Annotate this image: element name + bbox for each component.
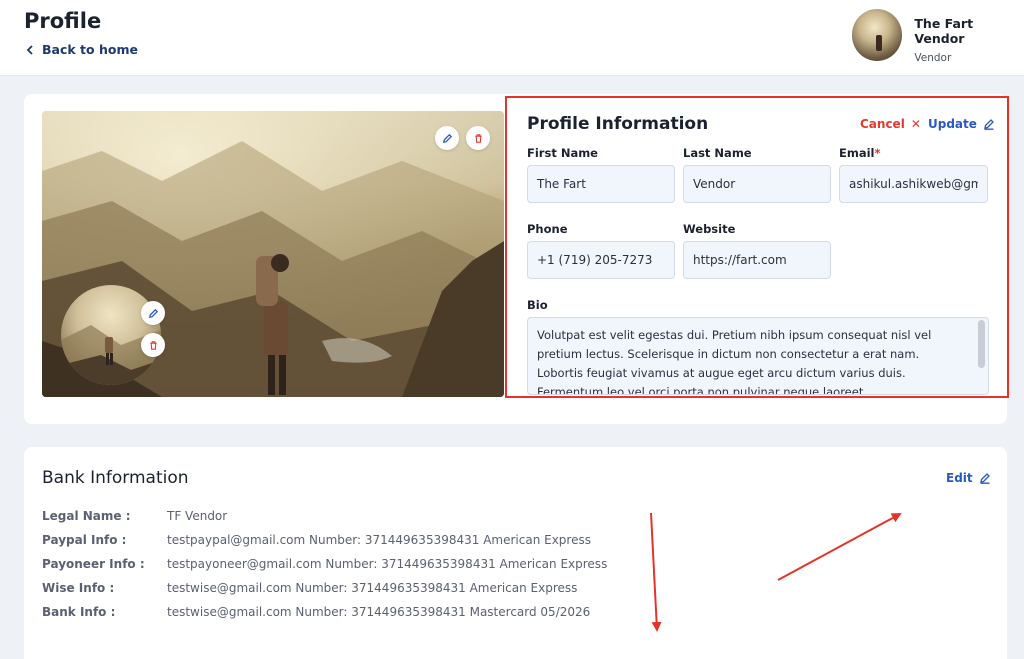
delete-avatar-button[interactable] [141, 333, 165, 357]
email-label-text: Email [839, 146, 875, 160]
bank-row-value: testpayoneer@gmail.com Number: 371449635… [167, 557, 608, 571]
cancel-label: Cancel [860, 117, 905, 131]
trash-icon [149, 340, 157, 350]
last-name-label: Last Name [683, 146, 752, 160]
avatar [852, 9, 903, 61]
user-menu[interactable]: The Fart Vendor Vendor [852, 9, 1024, 64]
bank-row-value: testwise@gmail.com Number: 3714496353984… [167, 605, 591, 619]
bank-row-value: testwise@gmail.com Number: 3714496353984… [167, 581, 578, 595]
first-name-label: First Name [527, 146, 598, 160]
page-header: Profile Back to home The Fart Vendor Ven… [0, 0, 1024, 76]
website-label: Website [683, 222, 736, 236]
page-title: Profile [24, 9, 102, 33]
edit-avatar-button[interactable] [141, 301, 165, 325]
chevron-left-icon [26, 44, 33, 55]
website-input[interactable] [683, 241, 831, 279]
phone-label: Phone [527, 222, 568, 236]
edit-bank-button[interactable]: Edit [946, 471, 991, 485]
edit-label: Edit [946, 471, 973, 485]
email-label: Email* [839, 146, 881, 160]
trash-icon [474, 133, 482, 143]
bank-row-key: Legal Name : [42, 509, 131, 523]
last-name-input[interactable] [683, 165, 831, 203]
pencil-icon [148, 308, 158, 318]
close-icon: ✕ [910, 117, 921, 131]
bank-info-title: Bank Information [42, 468, 189, 488]
bank-row-value: TF Vendor [167, 509, 228, 523]
bank-row-key: Wise Info : [42, 581, 115, 595]
back-to-home-label: Back to home [42, 42, 138, 57]
bio-label: Bio [527, 298, 548, 312]
cancel-button[interactable]: Cancel ✕ [860, 117, 921, 131]
bio-scrollbar[interactable] [978, 320, 985, 368]
pencil-icon [442, 133, 452, 143]
email-input[interactable] [839, 165, 988, 203]
pencil-icon [979, 473, 990, 484]
profile-info-title: Profile Information [527, 114, 709, 134]
back-to-home-link[interactable]: Back to home [26, 42, 138, 57]
update-button[interactable]: Update [928, 117, 995, 131]
bank-row-key: Bank Info : [42, 605, 116, 619]
user-name: The Fart Vendor [914, 16, 974, 46]
update-label: Update [928, 117, 977, 131]
bank-row-key: Payoneer Info : [42, 557, 145, 571]
phone-input[interactable] [527, 241, 675, 279]
edit-cover-button[interactable] [435, 126, 459, 150]
bank-row-value: testpaypal@gmail.com Number: 37144963539… [167, 533, 591, 547]
delete-cover-button[interactable] [466, 126, 490, 150]
first-name-input[interactable] [527, 165, 675, 203]
pencil-icon [984, 119, 994, 130]
bank-row-key: Paypal Info : [42, 533, 127, 547]
user-role: Vendor [914, 52, 952, 64]
bio-textarea[interactable]: Volutpat est velit egestas dui. Pretium … [527, 317, 989, 395]
required-mark: * [874, 146, 881, 160]
